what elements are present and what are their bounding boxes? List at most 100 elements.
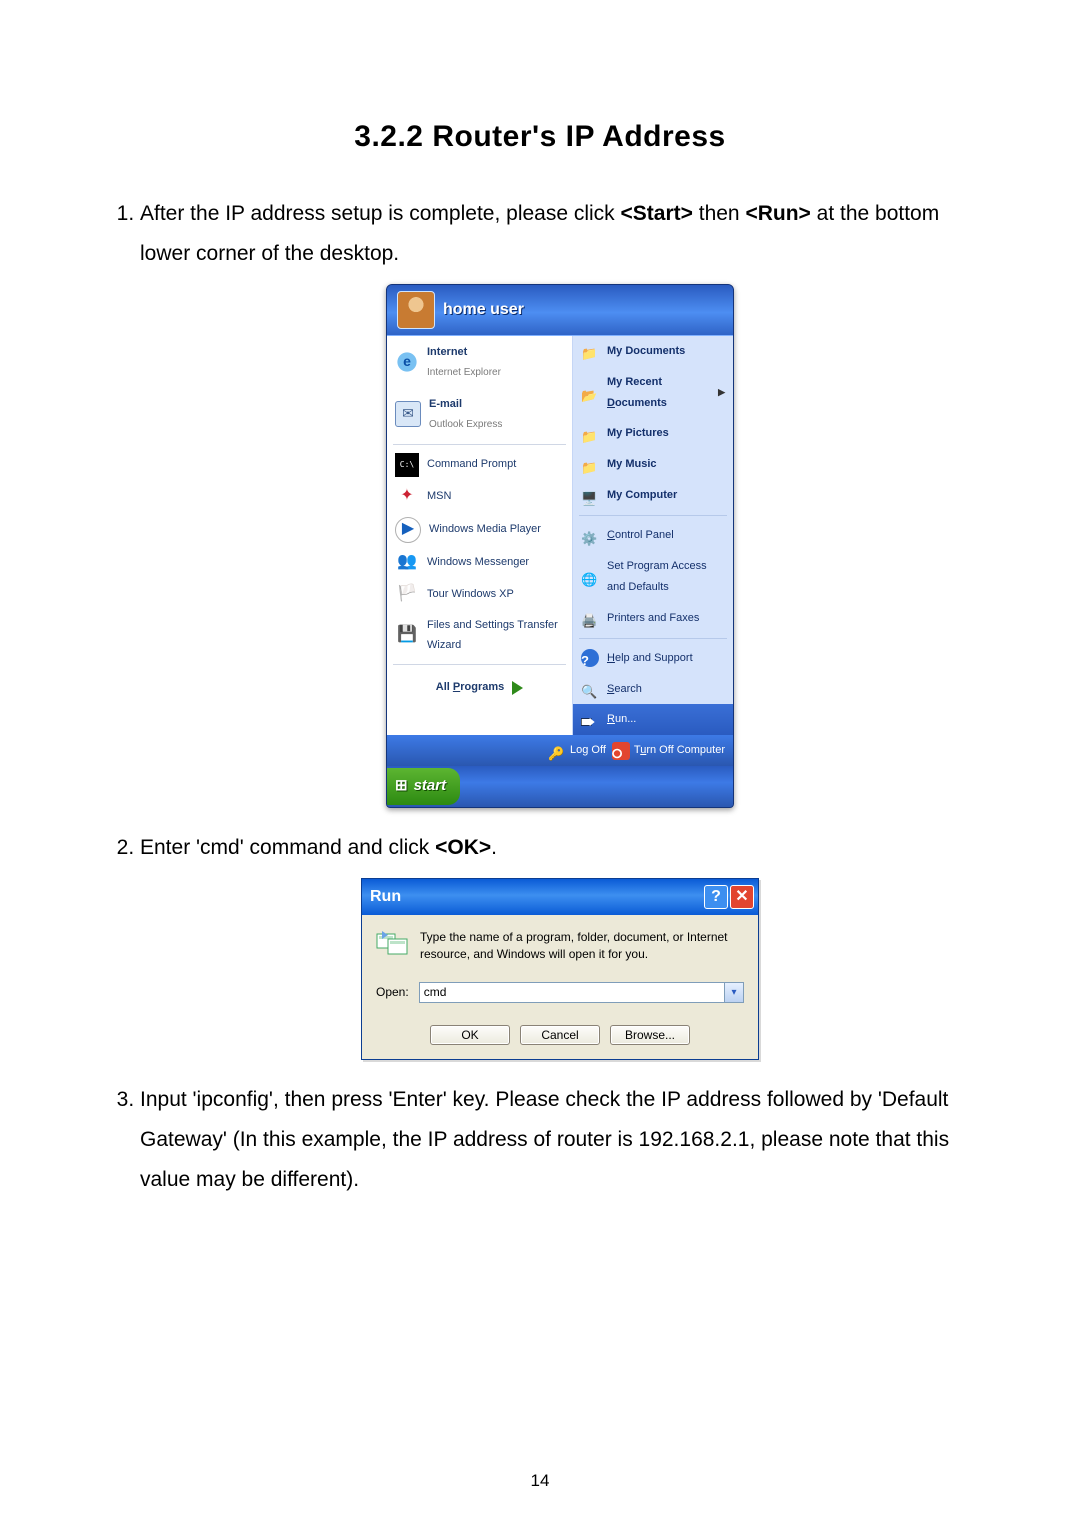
dropdown-arrow-icon[interactable]: ▾ [724, 983, 743, 1002]
msn-icon: ✦ [395, 485, 419, 509]
nav-label: Help and Support [607, 648, 693, 669]
pinned-email[interactable]: E-mail Outlook Express [387, 388, 572, 440]
folder-icon: 📁 [581, 342, 599, 360]
turnoff-label: Turn Off Computer [634, 740, 725, 761]
step-2: Enter 'cmd' command and click <OK>. Run … [140, 828, 980, 1061]
start-button[interactable]: ⊞ start [387, 768, 460, 805]
nav-my-pictures[interactable]: 📁 My Pictures [573, 418, 733, 449]
nav-my-recent-documents[interactable]: 📂 My Recent Documents ▶ [573, 367, 733, 419]
pinned-title: Internet [427, 342, 501, 363]
wmp-icon: ▶ [395, 517, 421, 543]
logoff-icon: 🔑 [548, 742, 566, 760]
nav-search[interactable]: 🔍 Search [573, 674, 733, 705]
step1-start-label: <Start> [621, 202, 693, 225]
run-description: Type the name of a program, folder, docu… [420, 929, 744, 963]
help-button[interactable]: ? [704, 885, 728, 909]
nav-label: My Computer [607, 485, 677, 506]
nav-label: Control Panel [607, 525, 674, 546]
nav-control-panel[interactable]: ⚙️ Control Panel [573, 520, 733, 551]
run-title-text: Run [370, 882, 401, 912]
cancel-button[interactable]: Cancel [520, 1025, 600, 1045]
tour-icon: 🏳️ [395, 583, 419, 607]
nav-program-access[interactable]: 🌐 Set Program Access and Defaults [573, 551, 733, 603]
program-access-icon: 🌐 [581, 568, 599, 586]
nav-run[interactable]: Run... [573, 704, 733, 735]
nav-my-documents[interactable]: 📁 My Documents [573, 336, 733, 367]
nav-label: My Pictures [607, 423, 669, 444]
step-3: Input 'ipconfig', then press 'Enter' key… [140, 1080, 980, 1200]
page-number: 14 [0, 1471, 1080, 1491]
nav-label: My Recent Documents [607, 372, 710, 414]
start-menu-left-column: Internet Internet Explorer E-mail Outloo… [387, 336, 573, 736]
command-prompt-icon: C:\ [395, 453, 419, 477]
nav-my-music[interactable]: 📁 My Music [573, 449, 733, 480]
logoff-label: Log Off [570, 740, 606, 761]
printer-icon: 🖨️ [581, 609, 599, 627]
pinned-title: E-mail [429, 394, 502, 415]
chevron-right-icon: ▶ [718, 384, 725, 401]
search-icon: 🔍 [581, 680, 599, 698]
ok-button[interactable]: OK [430, 1025, 510, 1045]
start-menu-right-column: 📁 My Documents 📂 My Recent Documents ▶ 📁 [573, 336, 733, 736]
mail-icon [395, 401, 421, 427]
nav-my-computer[interactable]: 🖥️ My Computer [573, 480, 733, 511]
start-menu-screenshot: home user Internet Internet Explorer [386, 284, 734, 808]
run-titlebar: Run ? ✕ [362, 879, 758, 915]
folder-music-icon: 📁 [581, 456, 599, 474]
nav-printers[interactable]: 🖨️ Printers and Faxes [573, 603, 733, 634]
recent-label: MSN [427, 486, 451, 507]
computer-icon: 🖥️ [581, 487, 599, 505]
pinned-internet[interactable]: Internet Internet Explorer [387, 336, 572, 388]
all-programs[interactable]: All Programs [387, 669, 572, 708]
start-menu-header: home user [387, 285, 733, 336]
separator [393, 664, 566, 665]
recent-messenger[interactable]: 👥 Windows Messenger [387, 547, 572, 579]
recent-command-prompt[interactable]: C:\ Command Prompt [387, 449, 572, 481]
start-label: start [414, 772, 447, 801]
recent-label: Windows Media Player [429, 519, 541, 540]
folder-clock-icon: 📂 [581, 384, 599, 402]
step1-run-label: <Run> [745, 202, 810, 225]
nav-help[interactable]: ? Help and Support [573, 643, 733, 674]
browse-button[interactable]: Browse... [610, 1025, 690, 1045]
step3-text: Input 'ipconfig', then press 'Enter' key… [140, 1088, 949, 1191]
pinned-sub: Outlook Express [429, 415, 502, 434]
close-button[interactable]: ✕ [730, 885, 754, 909]
folder-icon: 📁 [581, 425, 599, 443]
recent-label: Windows Messenger [427, 552, 529, 573]
step2-text-pre: Enter 'cmd' command and click [140, 836, 435, 859]
recent-label: Command Prompt [427, 454, 516, 475]
recent-wmp[interactable]: ▶ Windows Media Player [387, 513, 572, 547]
logoff-button[interactable]: 🔑 Log Off [548, 740, 606, 761]
user-name: home user [443, 295, 524, 325]
recent-fst[interactable]: 💾 Files and Settings Transfer Wizard [387, 611, 572, 661]
start-menu-footer: 🔑 Log Off ⭘ Turn Off Computer [387, 735, 733, 766]
nav-label: Search [607, 679, 642, 700]
section-heading: 3.2.2 Router's IP Address [100, 120, 980, 154]
taskbar: ⊞ start [387, 766, 733, 807]
all-programs-label: All Programs [436, 677, 505, 698]
turnoff-button[interactable]: ⭘ Turn Off Computer [612, 740, 725, 761]
control-panel-icon: ⚙️ [581, 527, 599, 545]
open-label: Open: [376, 981, 409, 1004]
arrow-right-icon [512, 681, 523, 695]
separator [579, 515, 727, 516]
separator [393, 444, 566, 445]
pinned-sub: Internet Explorer [427, 363, 501, 382]
messenger-icon: 👥 [395, 551, 419, 575]
recent-msn[interactable]: ✦ MSN [387, 481, 572, 513]
step2-text-post: . [491, 836, 497, 859]
internet-explorer-icon [395, 350, 419, 374]
step1-text-pre: After the IP address setup is complete, … [140, 202, 621, 225]
nav-label: Set Program Access and Defaults [607, 556, 725, 598]
nav-label: Printers and Faxes [607, 608, 699, 629]
step-1: After the IP address setup is complete, … [140, 194, 980, 808]
nav-label: My Music [607, 454, 657, 475]
recent-label: Files and Settings Transfer Wizard [427, 615, 564, 657]
recent-tour[interactable]: 🏳️ Tour Windows XP [387, 579, 572, 611]
open-combobox[interactable]: ▾ [419, 982, 744, 1003]
open-input[interactable] [420, 983, 724, 1002]
user-avatar-icon [397, 291, 435, 329]
windows-flag-icon: ⊞ [395, 772, 408, 801]
step2-ok-label: <OK> [435, 836, 491, 859]
